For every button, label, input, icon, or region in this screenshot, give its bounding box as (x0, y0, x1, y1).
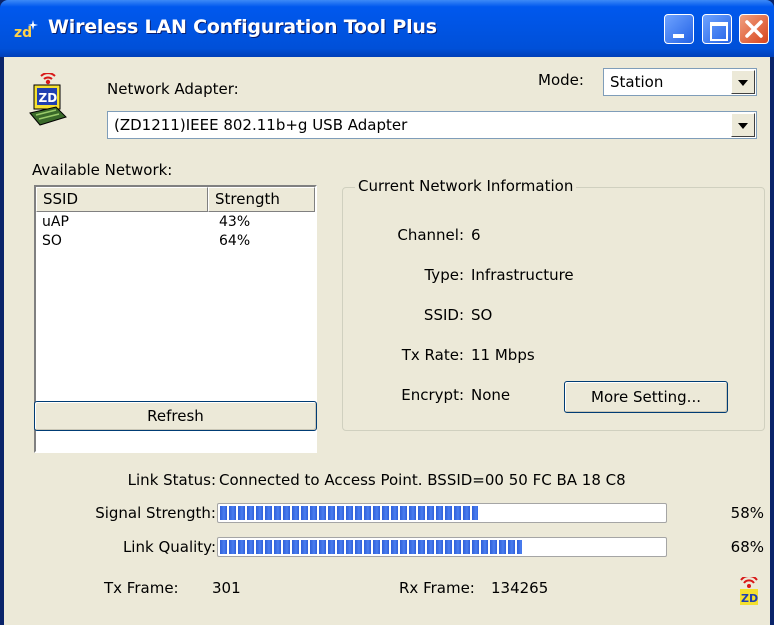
signal-strength-percent: 58% (730, 504, 764, 522)
group-title: Current Network Information (355, 177, 577, 195)
row-ssid: uAP (42, 214, 69, 230)
column-strength[interactable]: Strength (208, 187, 315, 212)
adapter-value: (ZD1211)IEEE 802.11b+g USB Adapter (114, 116, 408, 134)
encrypt-label: Encrypt: (401, 386, 464, 404)
signal-strength-bar (217, 503, 667, 523)
ssid-label: SSID: (423, 306, 464, 324)
dialog-client: ZD Network Adapter: Mode: Station (ZD121… (4, 57, 770, 625)
adapter-select[interactable]: (ZD1211)IEEE 802.11b+g USB Adapter (107, 111, 757, 139)
current-network-group: Current Network Information Channel: 6 T… (342, 177, 765, 431)
network-adapter-label: Network Adapter: (107, 80, 239, 98)
chevron-down-icon[interactable] (731, 70, 755, 94)
mode-select[interactable]: Station (603, 68, 757, 96)
close-icon[interactable] (739, 14, 769, 44)
rx-frame-label: Rx Frame: (399, 579, 475, 597)
tx-frame-label: Tx Frame: (104, 579, 179, 597)
channel-label: Channel: (397, 226, 464, 244)
window-title: Wireless LAN Configuration Tool Plus (48, 16, 437, 38)
signal-strength-label: Signal Strength: (95, 504, 216, 522)
adapter-icon: ZD (29, 73, 67, 126)
mode-value: Station (610, 73, 664, 91)
mode-label: Mode: (538, 71, 584, 89)
svg-text:ZD: ZD (741, 592, 758, 605)
list-item[interactable]: uAP 43% (36, 214, 315, 233)
more-setting-button[interactable]: More Setting... (564, 381, 728, 413)
link-quality-fill (220, 540, 522, 554)
zd-logo-icon: zd (14, 20, 38, 40)
link-quality-bar (217, 537, 667, 557)
channel-value: 6 (471, 226, 481, 244)
signal-strength-fill (220, 506, 478, 520)
link-quality-label: Link Quality: (122, 538, 216, 556)
link-status-value: Connected to Access Point. BSSID=00 50 F… (219, 471, 626, 489)
tx-rate-value: 11 Mbps (471, 346, 535, 364)
network-rows: uAP 43% SO 64% (36, 214, 315, 252)
svg-text:zd: zd (14, 25, 32, 40)
tx-frame-value: 301 (212, 579, 241, 597)
row-strength: 64% (219, 233, 251, 249)
ssid-value: SO (471, 306, 493, 324)
link-quality-percent: 68% (730, 538, 764, 556)
encrypt-value: None (471, 386, 511, 404)
title-bar[interactable]: zd Wireless LAN Configuration Tool Plus (0, 0, 774, 57)
main-window: zd Wireless LAN Configuration Tool Plus … (0, 0, 774, 625)
list-item[interactable]: SO 64% (36, 233, 315, 252)
network-list-header: SSID Strength (36, 187, 315, 212)
available-network-label: Available Network: (32, 161, 173, 179)
column-ssid[interactable]: SSID (36, 187, 208, 212)
refresh-button[interactable]: Refresh (34, 401, 317, 431)
type-label: Type: (424, 266, 464, 284)
maximize-icon[interactable] (702, 14, 732, 44)
svg-text:ZD: ZD (39, 91, 58, 105)
tx-rate-label: Tx Rate: (401, 346, 464, 364)
row-strength: 43% (219, 214, 251, 230)
chevron-down-icon[interactable] (731, 113, 755, 137)
link-status-label: Link Status: (127, 471, 216, 489)
row-ssid: SO (42, 233, 62, 249)
close-x-glyph (745, 20, 763, 38)
rx-frame-value: 134265 (491, 579, 549, 597)
type-value: Infrastructure (471, 266, 574, 284)
tray-zd-icon[interactable]: ZD (734, 577, 764, 607)
minimize-icon[interactable] (664, 14, 694, 44)
